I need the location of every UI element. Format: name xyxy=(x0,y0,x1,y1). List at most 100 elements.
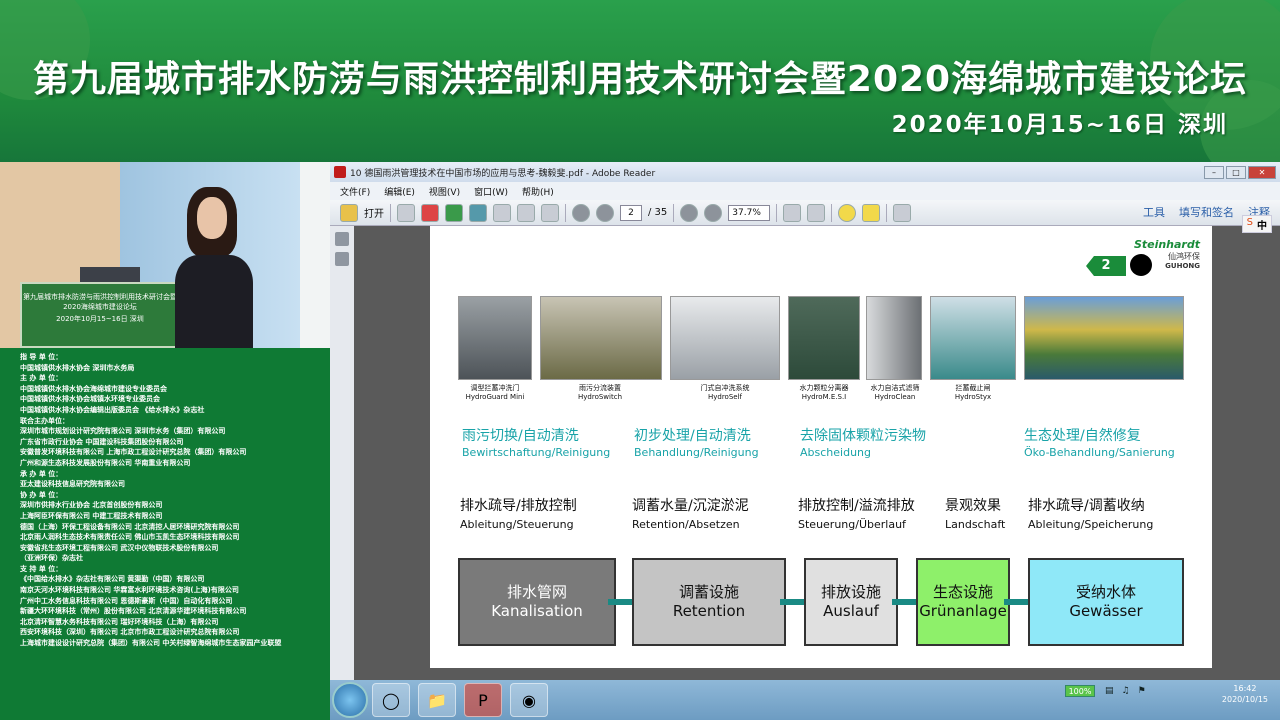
expand-icon[interactable] xyxy=(893,203,912,222)
sponsor-line: 广州和源生态科技发展股份有限公司 华南重业有限公司 xyxy=(20,458,191,467)
pdf-page: 2 Steinhardt 仙鸿环保 GUHONG 调型拦蓄冲洗门 HydroGua… xyxy=(430,226,1212,668)
slide-page-number: 2 xyxy=(1086,256,1126,276)
toolbar-separator xyxy=(390,203,391,222)
clock[interactable]: 16:42 2020/10/15 xyxy=(1222,683,1268,705)
page-number-input[interactable]: 2 xyxy=(620,204,642,221)
previous-page-icon[interactable] xyxy=(572,203,590,222)
photo-hydrostyx xyxy=(930,296,1016,380)
right-tool-tab[interactable]: 填写和签名 xyxy=(1179,204,1234,220)
menu-bar: 文件(F) 编辑(E) 视图(V) 窗口(W) 帮助(H) xyxy=(330,182,1280,200)
menu-item[interactable]: 帮助(H) xyxy=(522,185,554,198)
next-page-icon[interactable] xyxy=(596,203,614,222)
sponsor-line: 安徽普发环境科技有限公司 上海市政工程设计研究总院（集团）有限公司 xyxy=(20,448,247,457)
horizontal-scrollbar[interactable] xyxy=(354,668,1280,680)
category-title: 去除固体颗粒污染物 xyxy=(800,428,926,444)
menu-item[interactable]: 文件(F) xyxy=(340,185,370,198)
open-button[interactable]: 打开 xyxy=(364,205,384,220)
photo-caption: 调型拦蓄冲洗门 HydroGuard Mini xyxy=(465,384,525,401)
sponsor-line: 安徽省兆生态环境工程有限公司 武汉中仪物联技术股份有限公司 xyxy=(20,543,219,552)
sponsor-line: 南京天河水环境科技有限公司 华霖富水利环境技术咨询(上海)有限公司 xyxy=(20,586,239,595)
photo-wetland xyxy=(1024,296,1184,380)
ime-mode[interactable]: 中 xyxy=(1257,217,1267,232)
right-tool-tab[interactable]: 工具 xyxy=(1143,204,1165,220)
zoom-out-icon[interactable] xyxy=(680,203,699,222)
category-subtitle: Öko-Behandlung/Sanierung xyxy=(1024,446,1175,459)
sponsor-line: 中国城镇供水排水协会编辑出版委员会 《给水排水》杂志社 xyxy=(20,405,205,414)
menu-item[interactable]: 视图(V) xyxy=(429,185,460,198)
comment-icon[interactable] xyxy=(838,203,857,222)
fit-page-icon[interactable] xyxy=(783,203,802,222)
toolbar-separator xyxy=(565,203,566,222)
print-icon[interactable] xyxy=(517,203,535,222)
sponsor-line: 深圳市城市规划设计研究院有限公司 深圳市水务（集团）有限公司 xyxy=(20,427,226,436)
save-icon[interactable] xyxy=(493,203,511,222)
navigation-sidebar xyxy=(330,226,354,680)
category-subtitle: Bewirtschaftung/Reinigung xyxy=(462,446,611,459)
close-button[interactable]: ✕ xyxy=(1248,165,1276,179)
open-folder-icon[interactable] xyxy=(340,203,358,222)
sponsor-line: 德国（上海）环保工程设备有限公司 北京清控人居环境研究院有限公司 xyxy=(20,522,240,531)
fit-width-icon[interactable] xyxy=(807,203,826,222)
cloud-icon[interactable] xyxy=(469,203,487,222)
menu-item[interactable]: 窗口(W) xyxy=(474,185,508,198)
sponsor-line: 支 持 单 位： xyxy=(20,564,63,573)
toolbar-separator xyxy=(831,203,833,222)
podium-date: 2020年10月15~16日 深圳 xyxy=(56,315,144,323)
speaker xyxy=(175,187,255,348)
photo-hydroclean xyxy=(866,296,922,380)
function-subtitle: Retention/Absetzen xyxy=(632,518,740,531)
start-button[interactable] xyxy=(332,682,368,718)
page-total: / 35 xyxy=(648,207,668,218)
highlight-icon[interactable] xyxy=(862,203,881,222)
edit-pdf-icon[interactable] xyxy=(445,203,463,222)
window-titlebar: 10 德国雨洪管理技术在中国市场的应用与思考-魏毅斐.pdf - Adobe R… xyxy=(330,162,1280,182)
sponsor-line: 中国城镇供水排水协会城镇水环境专业委员会 xyxy=(20,395,160,404)
flag-icon[interactable]: ⚑ xyxy=(1138,686,1146,696)
ime-logo-icon[interactable]: S xyxy=(1247,217,1253,231)
clock-time: 16:42 xyxy=(1233,684,1257,693)
signature-panel-icon[interactable] xyxy=(335,252,349,266)
flow-box-gewaesser: 受纳水体 Gewässer xyxy=(1028,558,1184,646)
powerpoint-icon[interactable]: P xyxy=(464,683,502,717)
ime-toolbar[interactable]: S 中 xyxy=(1241,215,1272,233)
zoom-select[interactable]: 37.7% xyxy=(728,204,771,221)
window-title: 10 德国雨洪管理技术在中国市场的应用与思考-魏毅斐.pdf - Adobe R… xyxy=(350,168,656,179)
minimize-button[interactable]: – xyxy=(1204,165,1224,179)
file-explorer-icon[interactable]: 📁 xyxy=(418,683,456,717)
sponsor-line: 广东省市政行业协会 中国建设科技集团股份有限公司 xyxy=(20,437,184,446)
create-pdf-icon[interactable] xyxy=(397,203,415,222)
pages-panel-icon[interactable] xyxy=(335,232,349,246)
function-title: 排水疏导/排放控制 xyxy=(460,498,577,514)
media-app-icon[interactable]: ◉ xyxy=(510,683,548,717)
sponsor-line: 北京雨人润科生态技术有限责任公司 佛山市玉凯生态环境科技有限公司 xyxy=(20,533,240,542)
function-title: 排水疏导/调蓄收纳 xyxy=(1028,498,1145,514)
ie-browser-icon[interactable]: ◯ xyxy=(372,683,410,717)
conference-date-location: 2020年10月15~16日 深圳 xyxy=(891,112,1228,138)
volume-icon[interactable]: ♫ xyxy=(1122,686,1130,696)
logo-brand: Steinhardt xyxy=(1133,238,1200,251)
zoom-in-icon[interactable] xyxy=(704,203,723,222)
company-logo: Steinhardt 仙鸿环保 GUHONG xyxy=(1134,238,1200,270)
sponsor-line: 承 办 单 位： xyxy=(20,469,63,478)
maximize-button[interactable]: □ xyxy=(1226,165,1246,179)
podium-text: 第九届城市排水防涝与雨洪控制利用技术研讨会暨2020海绵城市建设论坛 xyxy=(23,293,177,311)
photo-caption: 水力颗粒分离器 HydroM.E.S.I xyxy=(799,384,849,401)
photo-caption: 雨污分流装置 HydroSwitch xyxy=(578,384,622,401)
function-title: 排放控制/溢流排放 xyxy=(798,498,915,514)
network-icon[interactable]: ▤ xyxy=(1105,686,1114,696)
battery-indicator[interactable]: 100% xyxy=(1065,685,1095,697)
sponsor-line: 上海城市建设设计研究总院（集团）有限公司 中关村绿智海绵城市生态家园产业联盟 xyxy=(20,639,282,648)
sponsor-line: 联合主办单位： xyxy=(20,416,69,425)
function-subtitle: Steuerung/Überlauf xyxy=(798,518,906,531)
function-subtitle: Ableitung/Steuerung xyxy=(460,518,574,531)
sponsor-line: 深圳市供排水行业协会 北京首创股份有限公司 xyxy=(20,501,163,510)
export-pdf-icon[interactable] xyxy=(421,203,439,222)
photo-caption: 拦蓄截止闸 HydroStyx xyxy=(954,384,992,401)
email-icon[interactable] xyxy=(541,203,559,222)
sponsor-line: 亚太建设科技信息研究院有限公司 xyxy=(20,480,125,489)
sponsor-line: 新疆大环环境科技（常州）股份有限公司 北京清源华建环境科技有限公司 xyxy=(20,607,247,616)
menu-item[interactable]: 编辑(E) xyxy=(384,185,415,198)
video-panel xyxy=(300,162,330,348)
category-title: 生态处理/自然修复 xyxy=(1024,428,1141,444)
pdf-reader-window: 10 德国雨洪管理技术在中国市场的应用与思考-魏毅斐.pdf - Adobe R… xyxy=(330,162,1280,680)
